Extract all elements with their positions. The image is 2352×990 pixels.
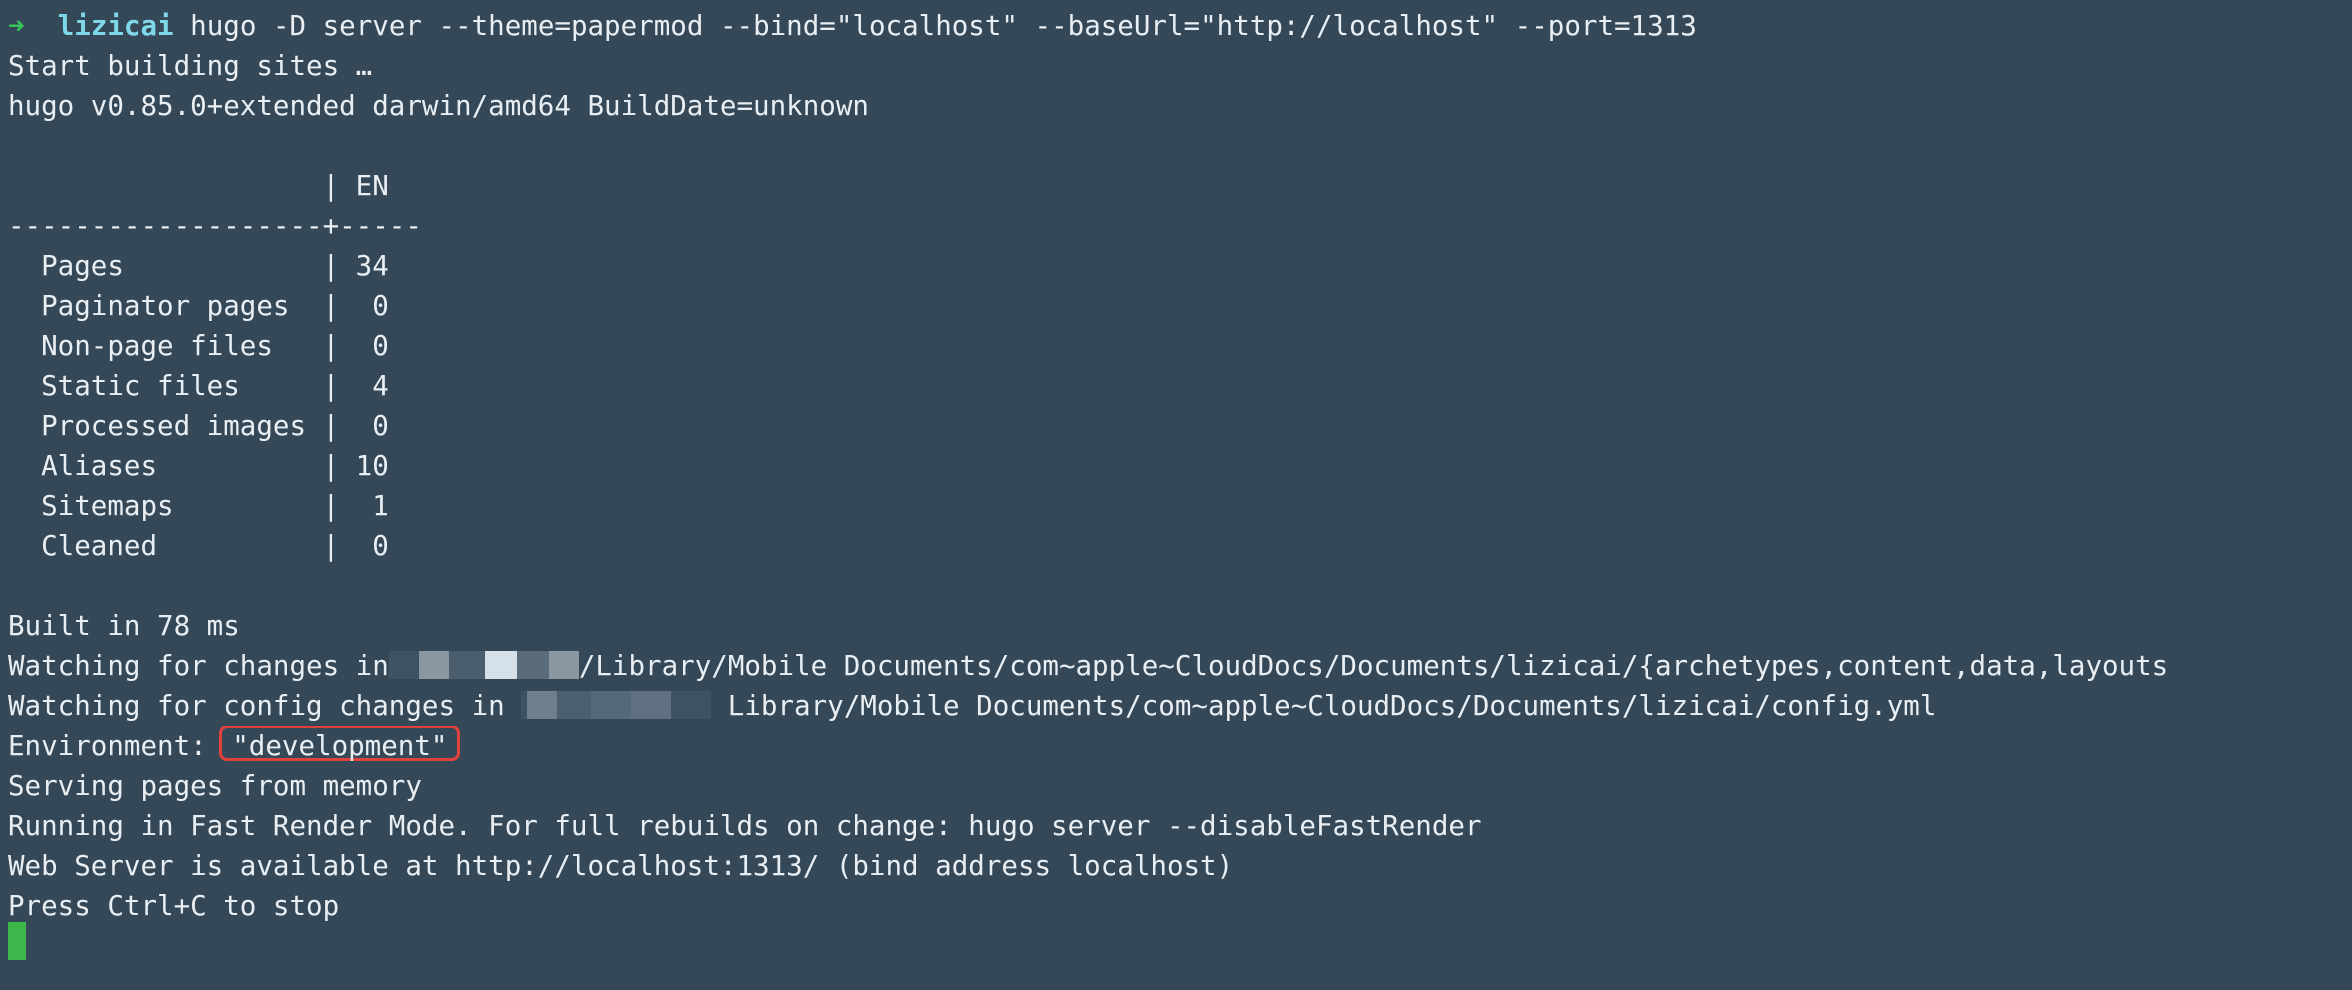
watch-config-prefix: Watching for config changes in xyxy=(8,690,522,722)
environment-label: Environment: xyxy=(8,730,224,762)
output-line: Serving pages from memory xyxy=(8,770,422,802)
table-row: Cleaned | 0 xyxy=(8,530,389,562)
environment-value-highlight: "development" xyxy=(219,726,461,762)
redacted-path xyxy=(388,651,579,679)
table-row: Paginator pages | 0 xyxy=(8,290,389,322)
watch-changes-suffix: /Library/Mobile Documents/com~apple~Clou… xyxy=(578,650,2169,682)
table-row: Processed images | 0 xyxy=(8,410,389,442)
output-line: Running in Fast Render Mode. For full re… xyxy=(8,810,1482,842)
watch-config-suffix: Library/Mobile Documents/com~apple~Cloud… xyxy=(711,690,1937,722)
terminal-window[interactable]: ➜ lizicai hugo -D server --theme=papermo… xyxy=(0,0,2352,990)
table-row: Non-page files | 0 xyxy=(8,330,389,362)
table-row: Sitemaps | 1 xyxy=(8,490,389,522)
prompt-arrow-icon: ➜ xyxy=(8,10,25,42)
table-row: Aliases | 10 xyxy=(8,450,389,482)
watch-changes-line: Watching for changes in/Library/Mobile D… xyxy=(8,646,2352,686)
redacted-path xyxy=(521,691,712,719)
table-divider: -------------------+----- xyxy=(8,210,422,242)
watch-changes-prefix: Watching for changes in xyxy=(8,650,389,682)
terminal-cursor xyxy=(8,922,26,960)
table-header: | EN xyxy=(8,170,389,202)
table-row: Pages | 34 xyxy=(8,250,389,282)
command-line: ➜ lizicai hugo -D server --theme=papermo… xyxy=(8,6,2352,46)
command-text: hugo -D server --theme=papermod --bind="… xyxy=(173,10,1697,42)
table-row: Static files | 4 xyxy=(8,370,389,402)
output-line: Web Server is available at http://localh… xyxy=(8,850,1234,882)
build-time-line: Built in 78 ms xyxy=(8,610,240,642)
environment-line: Environment: "development" xyxy=(8,726,2352,766)
prompt-user: lizicai xyxy=(57,10,174,42)
output-line: hugo v0.85.0+extended darwin/amd64 Build… xyxy=(8,90,869,122)
watch-config-line: Watching for config changes in Library/M… xyxy=(8,686,2352,726)
output-line: Press Ctrl+C to stop xyxy=(8,890,340,922)
output-line: Start building sites … xyxy=(8,50,373,82)
